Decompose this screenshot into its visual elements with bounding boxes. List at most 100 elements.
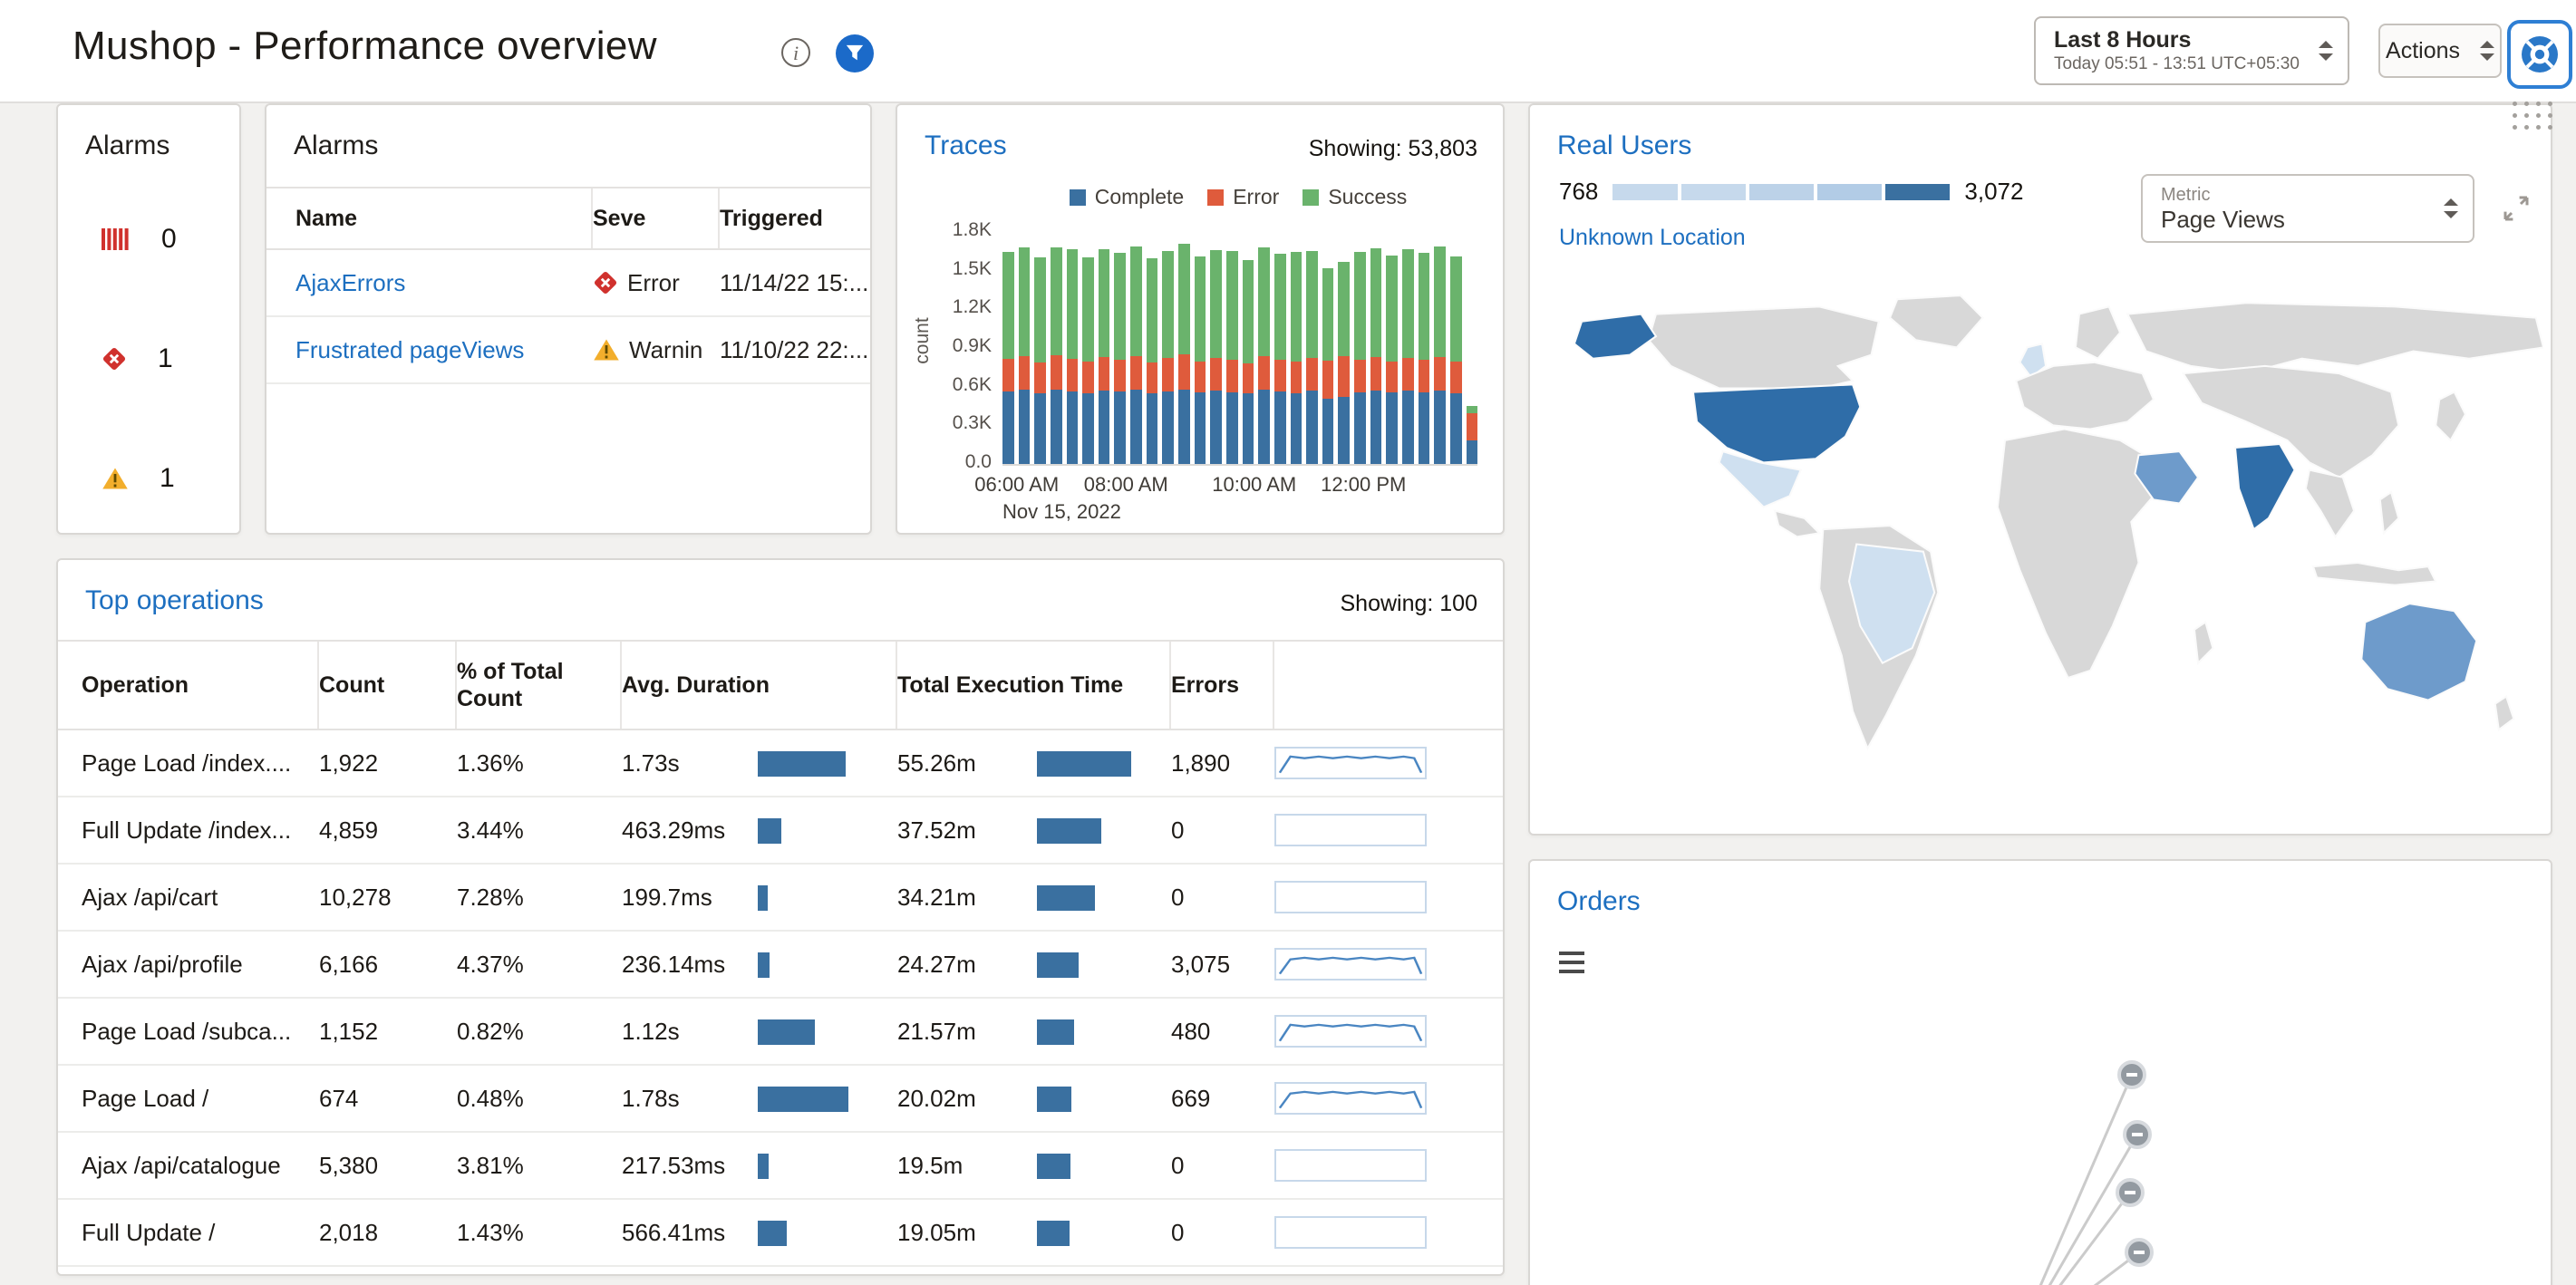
operation-row[interactable]: Full Update /2,0181.43%566.41ms19.05m0 xyxy=(58,1200,1503,1267)
operation-errors: 1,890 xyxy=(1171,749,1274,778)
operation-name: Full Update / xyxy=(82,1219,319,1247)
trace-bar[interactable] xyxy=(1130,246,1142,464)
orders-title-link[interactable]: Orders xyxy=(1557,886,1641,917)
operation-row[interactable]: Ajax /api/cart10,2787.28%199.7ms34.21m0 xyxy=(58,865,1503,932)
legend-item-success[interactable]: Success xyxy=(1303,185,1407,209)
actions-button[interactable]: Actions xyxy=(2378,24,2502,78)
column-header-errors[interactable]: Errors xyxy=(1171,642,1274,729)
map-russia xyxy=(2127,303,2543,373)
widget-drag-handle[interactable] xyxy=(2513,101,2552,130)
alarm-name-link[interactable]: Frustrated pageViews xyxy=(295,336,593,364)
menu-icon[interactable] xyxy=(1559,952,1584,973)
unknown-location-link[interactable]: Unknown Location xyxy=(1559,225,1746,251)
trace-bar[interactable] xyxy=(1162,251,1174,464)
operation-errors: 480 xyxy=(1171,1018,1274,1046)
trace-bar[interactable] xyxy=(1402,249,1414,464)
traces-legend: Complete Error Success xyxy=(999,185,1477,209)
trace-bar[interactable] xyxy=(1226,251,1238,464)
column-header-avg-duration[interactable]: Avg. Duration xyxy=(622,642,897,729)
trace-bar[interactable] xyxy=(1467,406,1478,464)
trace-bar[interactable] xyxy=(1354,252,1366,464)
metric-select[interactable]: Metric Page Views xyxy=(2141,174,2474,243)
operation-name: Full Update /index... xyxy=(82,816,319,845)
operation-name: Ajax /api/cart xyxy=(82,884,319,912)
trace-bar[interactable] xyxy=(1386,256,1398,464)
column-header-total-exec[interactable]: Total Execution Time xyxy=(897,642,1171,729)
critical-alarms-row[interactable]: 0 xyxy=(102,221,177,257)
trace-bar[interactable] xyxy=(1274,254,1286,464)
operation-sparkline-cell xyxy=(1274,1082,1494,1115)
trace-bar[interactable] xyxy=(1051,247,1062,464)
funnel-glyph xyxy=(845,43,865,63)
time-range-select[interactable]: Last 8 Hours Today 05:51 - 13:51 UTC+05:… xyxy=(2034,16,2349,85)
real-users-bar xyxy=(1612,184,1950,200)
trace-bar[interactable] xyxy=(1419,253,1430,464)
column-header-name[interactable]: Name xyxy=(295,188,593,248)
error-swatch xyxy=(1207,189,1224,206)
trace-bar[interactable] xyxy=(1067,249,1079,464)
operation-errors: 669 xyxy=(1171,1085,1274,1113)
trace-bar[interactable] xyxy=(1258,247,1270,464)
column-header-severity[interactable]: Seve xyxy=(593,188,720,248)
trace-bar[interactable] xyxy=(1338,262,1350,464)
warning-triangle-icon xyxy=(593,338,620,362)
operation-total-exec: 19.5m xyxy=(897,1151,1171,1181)
alarm-row[interactable]: Frustrated pageViewsWarnin11/10/22 22:..… xyxy=(266,317,870,384)
trace-bar[interactable] xyxy=(1114,253,1126,464)
operation-row[interactable]: Page Load /index....1,9221.36%1.73s55.26… xyxy=(58,730,1503,797)
operation-row[interactable]: Page Load /6740.48%1.78s20.02m669 xyxy=(58,1066,1503,1133)
trace-bar[interactable] xyxy=(1082,257,1094,464)
help-widget-button[interactable] xyxy=(2507,20,2572,89)
operation-avg-duration: 566.41ms xyxy=(622,1218,897,1248)
traces-title-link[interactable]: Traces xyxy=(925,130,1007,161)
operation-sparkline-cell xyxy=(1274,747,1494,779)
operation-row[interactable]: Ajax /api/catalogue5,3803.81%217.53ms19.… xyxy=(58,1133,1503,1200)
filter-icon[interactable] xyxy=(836,34,874,72)
trace-bar[interactable] xyxy=(1210,250,1222,464)
map-madagascar xyxy=(2194,623,2213,663)
operation-row[interactable]: Ajax /api/profile6,1664.37%236.14ms24.27… xyxy=(58,932,1503,999)
trace-bar[interactable] xyxy=(1434,246,1446,464)
legend-item-error[interactable]: Error xyxy=(1207,185,1279,209)
operation-row[interactable]: Full Update /index...4,8593.44%463.29ms3… xyxy=(58,797,1503,865)
real-users-title-link[interactable]: Real Users xyxy=(1557,130,1691,161)
warning-alarms-row[interactable]: 1 xyxy=(102,460,175,497)
legend-item-complete[interactable]: Complete xyxy=(1070,185,1184,209)
error-alarms-row[interactable]: 1 xyxy=(102,341,173,377)
traces-chart-bars[interactable] xyxy=(1002,232,1477,466)
alarm-triggered: 11/10/22 22:... xyxy=(720,336,870,364)
column-header-pct[interactable]: % of Total Count xyxy=(457,642,622,729)
world-map[interactable] xyxy=(1541,290,2543,758)
trace-bar[interactable] xyxy=(1370,248,1382,464)
x-tick-label: 08:00 AM xyxy=(1084,473,1168,497)
operation-sparkline-cell xyxy=(1274,948,1494,981)
orders-topology-graph[interactable] xyxy=(1530,861,2551,1285)
trace-bar[interactable] xyxy=(1147,258,1158,464)
alarm-name-link[interactable]: AjaxErrors xyxy=(295,269,593,297)
trace-bar[interactable] xyxy=(1243,260,1254,464)
top-operations-card: Top operations Showing: 100 Operation Co… xyxy=(56,558,1505,1276)
operation-sparkline-cell xyxy=(1274,814,1494,846)
trace-bar[interactable] xyxy=(1195,256,1206,464)
trace-bar[interactable] xyxy=(1002,252,1014,464)
trace-bar[interactable] xyxy=(1099,249,1110,464)
trace-bar[interactable] xyxy=(1019,247,1031,464)
expand-icon[interactable] xyxy=(2494,187,2538,230)
trace-bar[interactable] xyxy=(1450,256,1462,464)
trace-bar[interactable] xyxy=(1034,257,1046,464)
trace-bar[interactable] xyxy=(1291,252,1303,464)
trace-bar[interactable] xyxy=(1306,251,1318,464)
trace-bar[interactable] xyxy=(1178,244,1190,464)
info-icon[interactable]: i xyxy=(781,38,810,67)
map-india xyxy=(2235,444,2295,529)
top-operations-showing-count: Showing: 100 xyxy=(1340,591,1477,617)
alarms-table-card: Alarms Name Seve Triggered AjaxErrorsErr… xyxy=(265,103,872,535)
column-header-count[interactable]: Count xyxy=(319,642,457,729)
trace-bar[interactable] xyxy=(1322,268,1334,464)
alarm-row[interactable]: AjaxErrorsError11/14/22 15:... xyxy=(266,250,870,317)
top-operations-title-link[interactable]: Top operations xyxy=(85,585,264,616)
column-header-operation[interactable]: Operation xyxy=(82,642,319,729)
column-header-triggered[interactable]: Triggered xyxy=(720,188,870,248)
operation-row[interactable]: Page Load /subca...1,1520.82%1.12s21.57m… xyxy=(58,999,1503,1066)
operation-total-exec: 21.57m xyxy=(897,1017,1171,1047)
